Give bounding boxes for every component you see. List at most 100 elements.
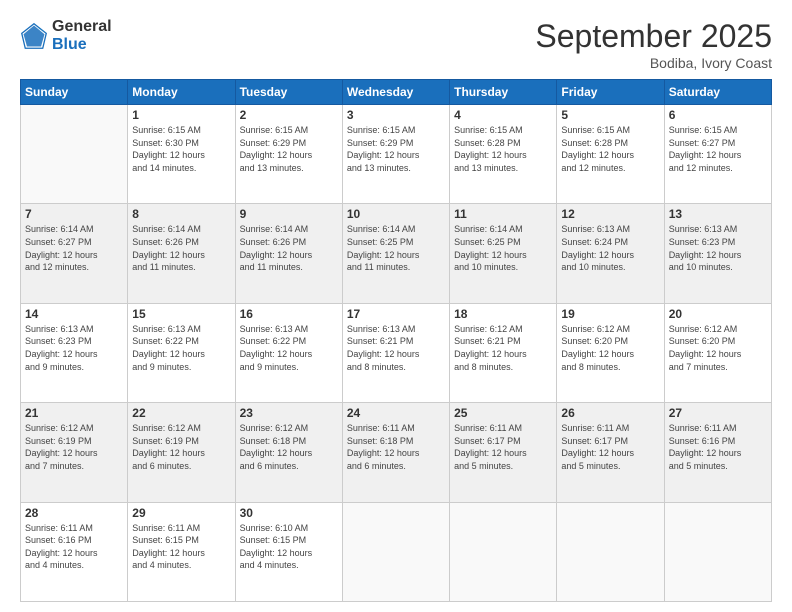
calendar-cell: 11 Sunrise: 6:14 AM Sunset: 6:25 PM Dayli…: [450, 204, 557, 303]
calendar-cell: 6 Sunrise: 6:15 AM Sunset: 6:27 PM Daylig…: [664, 105, 771, 204]
day-number: 4: [454, 108, 552, 122]
calendar-cell: 8 Sunrise: 6:14 AM Sunset: 6:26 PM Daylig…: [128, 204, 235, 303]
day-number: 20: [669, 307, 767, 321]
calendar-cell: 30 Sunrise: 6:10 AM Sunset: 6:15 PM Dayli…: [235, 502, 342, 601]
day-number: 16: [240, 307, 338, 321]
day-info: Sunrise: 6:15 AM Sunset: 6:28 PM Dayligh…: [561, 124, 659, 174]
calendar-cell: [557, 502, 664, 601]
day-info: Sunrise: 6:15 AM Sunset: 6:28 PM Dayligh…: [454, 124, 552, 174]
day-number: 18: [454, 307, 552, 321]
header: General Blue September 2025 Bodiba, Ivor…: [20, 18, 772, 71]
title-block: September 2025 Bodiba, Ivory Coast: [535, 18, 772, 71]
calendar-cell: 27 Sunrise: 6:11 AM Sunset: 6:16 PM Dayli…: [664, 403, 771, 502]
day-info: Sunrise: 6:11 AM Sunset: 6:17 PM Dayligh…: [561, 422, 659, 472]
calendar-cell: 10Sunrise: 6:14 AM Sunset: 6:25 PM Dayli…: [342, 204, 449, 303]
header-monday: Monday: [128, 80, 235, 105]
calendar-cell: 18 Sunrise: 6:12 AM Sunset: 6:21 PM Dayli…: [450, 303, 557, 402]
calendar-cell: 20Sunrise: 6:12 AM Sunset: 6:20 PM Dayli…: [664, 303, 771, 402]
calendar-cell: 29 Sunrise: 6:11 AM Sunset: 6:15 PM Dayli…: [128, 502, 235, 601]
calendar-cell: 15 Sunrise: 6:13 AM Sunset: 6:22 PM Dayli…: [128, 303, 235, 402]
calendar-cell: 12 Sunrise: 6:13 AM Sunset: 6:24 PM Dayli…: [557, 204, 664, 303]
calendar-cell: 4 Sunrise: 6:15 AM Sunset: 6:28 PM Daylig…: [450, 105, 557, 204]
calendar-cell: 19 Sunrise: 6:12 AM Sunset: 6:20 PM Dayli…: [557, 303, 664, 402]
day-info: Sunrise: 6:13 AM Sunset: 6:22 PM Dayligh…: [132, 323, 230, 373]
day-number: 14: [25, 307, 123, 321]
day-number: 27: [669, 406, 767, 420]
day-number: 26: [561, 406, 659, 420]
logo: General Blue: [20, 18, 112, 53]
calendar-week-row-3: 21 Sunrise: 6:12 AM Sunset: 6:19 PM Dayli…: [21, 403, 772, 502]
day-info: Sunrise: 6:15 AM Sunset: 6:27 PM Dayligh…: [669, 124, 767, 174]
calendar-cell: 28 Sunrise: 6:11 AM Sunset: 6:16 PM Dayli…: [21, 502, 128, 601]
day-info: Sunrise: 6:12 AM Sunset: 6:18 PM Dayligh…: [240, 422, 338, 472]
day-info: Sunrise: 6:14 AM Sunset: 6:26 PM Dayligh…: [132, 223, 230, 273]
day-number: 12: [561, 207, 659, 221]
calendar-cell: 26 Sunrise: 6:11 AM Sunset: 6:17 PM Dayli…: [557, 403, 664, 502]
day-number: 22: [132, 406, 230, 420]
day-number: 30: [240, 506, 338, 520]
calendar-week-row-4: 28 Sunrise: 6:11 AM Sunset: 6:16 PM Dayli…: [21, 502, 772, 601]
header-thursday: Thursday: [450, 80, 557, 105]
day-info: Sunrise: 6:11 AM Sunset: 6:18 PM Dayligh…: [347, 422, 445, 472]
calendar-cell: [664, 502, 771, 601]
calendar-cell: 13 Sunrise: 6:13 AM Sunset: 6:23 PM Dayli…: [664, 204, 771, 303]
day-info: Sunrise: 6:13 AM Sunset: 6:22 PM Dayligh…: [240, 323, 338, 373]
calendar-cell: 3Sunrise: 6:15 AM Sunset: 6:29 PM Daylig…: [342, 105, 449, 204]
calendar-cell: 25 Sunrise: 6:11 AM Sunset: 6:17 PM Dayli…: [450, 403, 557, 502]
day-number: 10: [347, 207, 445, 221]
calendar-week-row-0: 1 Sunrise: 6:15 AM Sunset: 6:30 PM Daylig…: [21, 105, 772, 204]
day-number: 21: [25, 406, 123, 420]
day-number: 17: [347, 307, 445, 321]
calendar-cell: 17Sunrise: 6:13 AM Sunset: 6:21 PM Dayli…: [342, 303, 449, 402]
day-number: 25: [454, 406, 552, 420]
day-info: Sunrise: 6:15 AM Sunset: 6:29 PM Dayligh…: [240, 124, 338, 174]
day-info: Sunrise: 6:14 AM Sunset: 6:25 PM Dayligh…: [454, 223, 552, 273]
calendar-cell: 9Sunrise: 6:14 AM Sunset: 6:26 PM Daylig…: [235, 204, 342, 303]
calendar-week-row-2: 14 Sunrise: 6:13 AM Sunset: 6:23 PM Dayli…: [21, 303, 772, 402]
calendar-cell: 14 Sunrise: 6:13 AM Sunset: 6:23 PM Dayli…: [21, 303, 128, 402]
day-info: Sunrise: 6:12 AM Sunset: 6:20 PM Dayligh…: [561, 323, 659, 373]
day-info: Sunrise: 6:11 AM Sunset: 6:17 PM Dayligh…: [454, 422, 552, 472]
day-info: Sunrise: 6:12 AM Sunset: 6:21 PM Dayligh…: [454, 323, 552, 373]
day-info: Sunrise: 6:15 AM Sunset: 6:30 PM Dayligh…: [132, 124, 230, 174]
day-info: Sunrise: 6:13 AM Sunset: 6:24 PM Dayligh…: [561, 223, 659, 273]
calendar-cell: 24 Sunrise: 6:11 AM Sunset: 6:18 PM Dayli…: [342, 403, 449, 502]
logo-text: General Blue: [52, 18, 112, 53]
header-tuesday: Tuesday: [235, 80, 342, 105]
calendar-cell: 7Sunrise: 6:14 AM Sunset: 6:27 PM Daylig…: [21, 204, 128, 303]
day-info: Sunrise: 6:11 AM Sunset: 6:16 PM Dayligh…: [25, 522, 123, 572]
day-number: 13: [669, 207, 767, 221]
day-number: 8: [132, 207, 230, 221]
day-info: Sunrise: 6:11 AM Sunset: 6:15 PM Dayligh…: [132, 522, 230, 572]
day-number: 15: [132, 307, 230, 321]
day-number: 5: [561, 108, 659, 122]
day-number: 19: [561, 307, 659, 321]
day-number: 11: [454, 207, 552, 221]
calendar: Sunday Monday Tuesday Wednesday Thursday…: [20, 79, 772, 602]
logo-icon: [20, 22, 48, 50]
header-saturday: Saturday: [664, 80, 771, 105]
day-number: 7: [25, 207, 123, 221]
day-info: Sunrise: 6:12 AM Sunset: 6:19 PM Dayligh…: [25, 422, 123, 472]
day-info: Sunrise: 6:11 AM Sunset: 6:16 PM Dayligh…: [669, 422, 767, 472]
day-number: 1: [132, 108, 230, 122]
day-number: 3: [347, 108, 445, 122]
day-number: 6: [669, 108, 767, 122]
day-info: Sunrise: 6:13 AM Sunset: 6:23 PM Dayligh…: [669, 223, 767, 273]
calendar-cell: 23 Sunrise: 6:12 AM Sunset: 6:18 PM Dayli…: [235, 403, 342, 502]
day-number: 28: [25, 506, 123, 520]
day-number: 24: [347, 406, 445, 420]
day-number: 29: [132, 506, 230, 520]
calendar-cell: [450, 502, 557, 601]
header-wednesday: Wednesday: [342, 80, 449, 105]
calendar-cell: [342, 502, 449, 601]
day-info: Sunrise: 6:10 AM Sunset: 6:15 PM Dayligh…: [240, 522, 338, 572]
location: Bodiba, Ivory Coast: [535, 55, 772, 71]
day-number: 2: [240, 108, 338, 122]
day-number: 23: [240, 406, 338, 420]
calendar-cell: 2 Sunrise: 6:15 AM Sunset: 6:29 PM Daylig…: [235, 105, 342, 204]
day-info: Sunrise: 6:13 AM Sunset: 6:23 PM Dayligh…: [25, 323, 123, 373]
calendar-cell: 22Sunrise: 6:12 AM Sunset: 6:19 PM Dayli…: [128, 403, 235, 502]
calendar-cell: 5 Sunrise: 6:15 AM Sunset: 6:28 PM Daylig…: [557, 105, 664, 204]
calendar-week-row-1: 7Sunrise: 6:14 AM Sunset: 6:27 PM Daylig…: [21, 204, 772, 303]
